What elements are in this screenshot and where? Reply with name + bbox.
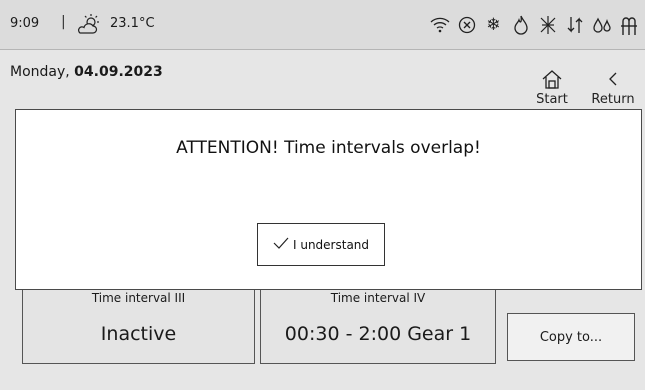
time-interval-iv-value: 00:30 - 2:00 Gear 1 <box>284 323 472 345</box>
water-drops-icon[interactable] <box>590 12 613 38</box>
outdoor-temperature: 23.1°C <box>110 16 155 31</box>
copy-to-button[interactable]: Copy to... <box>507 313 635 361</box>
alert-message: ATTENTION! Time intervals overlap! <box>176 138 481 158</box>
time-interval-iv-title: Time interval IV <box>330 291 426 305</box>
start-label: Start <box>536 92 568 107</box>
snowflake-icon[interactable]: ❄ <box>482 12 505 38</box>
return-label: Return <box>591 92 635 107</box>
date-value: 04.09.2023 <box>74 64 163 80</box>
defrost-icon[interactable] <box>536 12 559 38</box>
overlap-alert-dialog: ATTENTION! Time intervals overlap! I und… <box>15 109 642 290</box>
checkmark-icon <box>273 236 289 253</box>
pipe-valve-icon[interactable] <box>617 12 640 38</box>
wifi-icon[interactable] <box>428 12 451 38</box>
partly-sunny-icon <box>76 12 102 38</box>
flame-icon[interactable] <box>509 12 532 38</box>
time-interval-iv-tile[interactable]: Time interval IV 00:30 - 2:00 Gear 1 <box>260 284 496 364</box>
status-separator: | <box>61 14 66 30</box>
current-date: Monday, 04.09.2023 <box>10 64 163 80</box>
chevron-left-icon <box>584 68 642 92</box>
i-understand-label: I understand <box>292 237 370 252</box>
flow-arrows-icon[interactable] <box>563 12 586 38</box>
time-interval-iii-tile[interactable]: Time interval III Inactive <box>22 284 255 364</box>
time-interval-iii-value: Inactive <box>100 323 177 345</box>
clock-time: 9:09 <box>10 16 40 31</box>
time-interval-iii-title: Time interval III <box>91 291 186 305</box>
start-button[interactable]: Start <box>526 68 578 107</box>
cancel-circle-icon[interactable] <box>455 12 478 38</box>
i-understand-button[interactable]: I understand <box>257 223 385 266</box>
status-icons: ❄ <box>428 12 640 38</box>
return-button[interactable]: Return <box>584 68 642 107</box>
weekday-label: Monday, <box>10 64 75 80</box>
home-icon <box>526 68 578 92</box>
status-bar: 9:09 | 23.1°C ❄ <box>0 0 645 50</box>
